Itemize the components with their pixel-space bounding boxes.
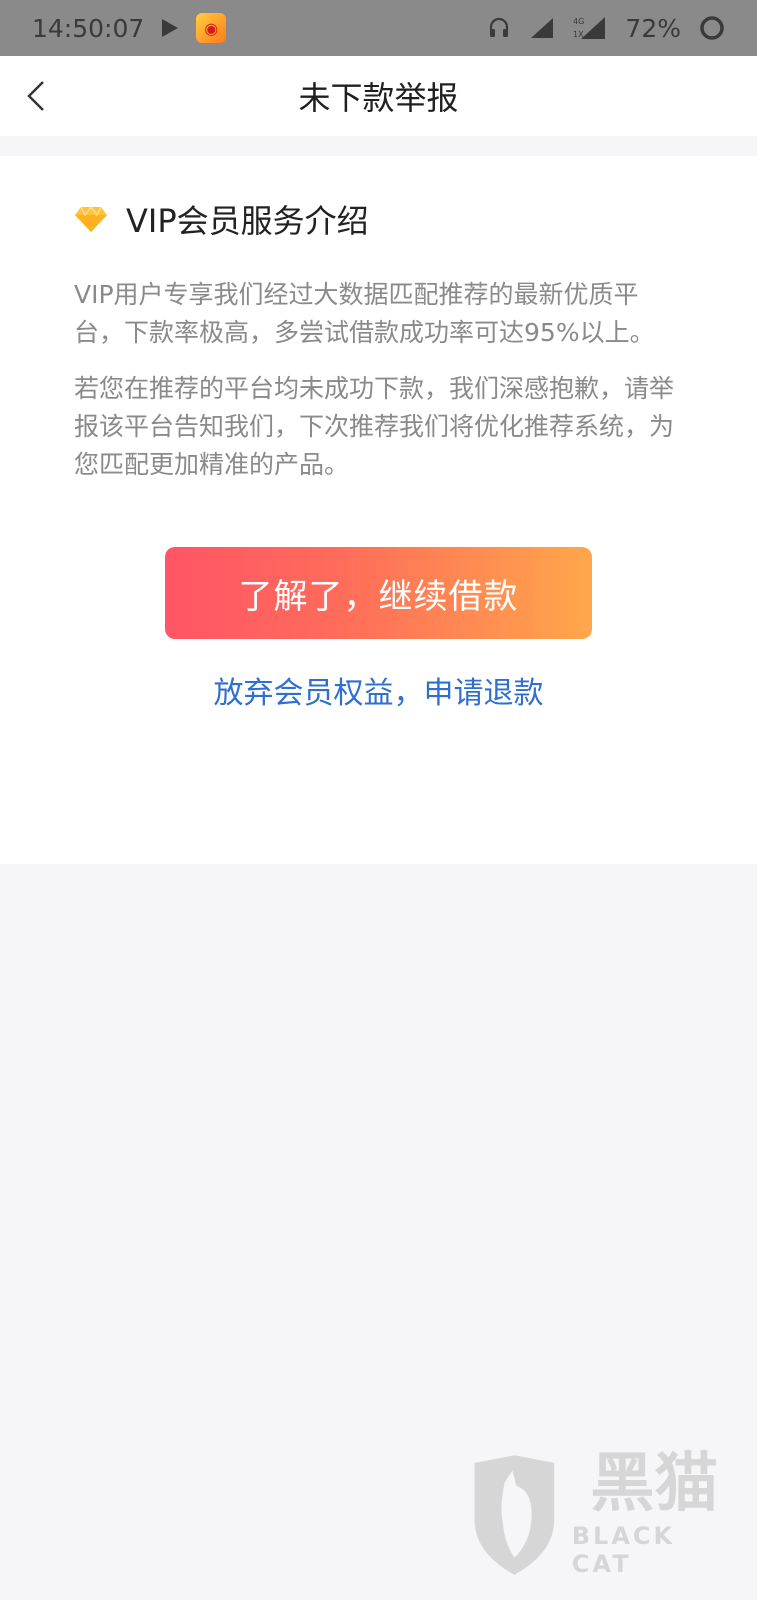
status-left: 14:50:07 ◉ <box>32 13 227 43</box>
status-right: 4G 1X 72% <box>487 14 725 43</box>
svg-text:1X: 1X <box>573 30 584 39</box>
watermark-en: BLACK CAT <box>571 1522 676 1578</box>
signal-icon <box>531 18 554 38</box>
section-heading: VIP会员服务介绍 <box>74 196 369 242</box>
back-button[interactable] <box>14 72 58 120</box>
watermark-text: 黑猫 BLACK CAT <box>572 1452 737 1578</box>
intro-paragraph-2: 若您在推荐的平台均未成功下款，我们深感抱歉，请举报该平台告知我们，下次推荐我们将… <box>74 374 675 479</box>
chevron-left-icon <box>27 81 44 111</box>
weibo-icon: ◉ <box>196 13 227 43</box>
intro-paragraph-1: VIP用户专享我们经过大数据匹配推荐的最新优质平台，下款率极高，多尝试借款成功率… <box>74 280 655 347</box>
signal-4g-icon: 4G 1X <box>573 17 606 39</box>
play-icon <box>162 19 179 37</box>
watermark-cn: 黑猫 <box>590 1447 719 1521</box>
page-title: 未下款举报 <box>298 79 459 117</box>
continue-borrow-button[interactable]: 了解了，继续借款 <box>165 547 592 639</box>
intro-card: VIP会员服务介绍 VIP用户专享我们经过大数据匹配推荐的最新优质平台，下款率极… <box>0 156 757 864</box>
battery-percent: 72% <box>625 13 681 43</box>
section-title: VIP会员服务介绍 <box>126 202 369 240</box>
refund-link[interactable]: 放弃会员权益，申请退款 <box>0 668 757 716</box>
svg-text:4G: 4G <box>573 17 584 26</box>
battery-ring-icon <box>700 16 724 40</box>
status-time: 14:50:07 <box>32 13 145 43</box>
page: 14:50:07 ◉ 4G 1X 72% 未下款举报 VIP会员服务介绍 VIP… <box>0 0 757 1600</box>
status-bar: 14:50:07 ◉ 4G 1X 72% <box>0 0 757 56</box>
diamond-icon <box>75 205 107 232</box>
headset-icon <box>490 17 509 37</box>
cat-shield-icon <box>474 1455 555 1575</box>
nav-bar: 未下款举报 <box>0 56 757 136</box>
black-cat-watermark: 黑猫 BLACK CAT <box>467 1440 737 1590</box>
